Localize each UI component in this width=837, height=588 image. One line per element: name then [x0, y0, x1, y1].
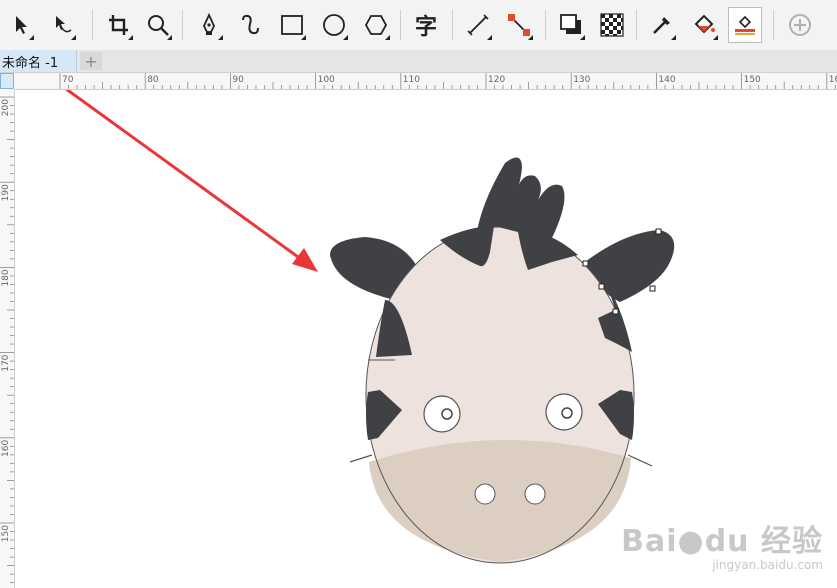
cow-right-eye: [545, 393, 583, 431]
drop-shadow-tool-button[interactable]: [555, 8, 587, 42]
ruler-label: 180: [1, 269, 11, 286]
flyout-indicator: [343, 35, 348, 40]
flyout-indicator: [29, 35, 34, 40]
watermark-logo: Bai●du 经验: [621, 524, 823, 559]
cow-left-nostril: [474, 483, 496, 505]
ruler-label: 100: [318, 75, 335, 85]
pick-tool-button[interactable]: [4, 8, 36, 42]
flyout-indicator: [528, 35, 533, 40]
cow-illustration: [330, 157, 675, 564]
pen-tool-button[interactable]: [193, 8, 225, 42]
dimension-tool-button[interactable]: [462, 8, 494, 42]
vertical-ruler-scale: 200 190 180 170 160 150: [0, 96, 14, 584]
cow-hair-tuft: [476, 157, 565, 238]
ruler-label: 120: [488, 75, 505, 85]
toolbar-divider: [773, 10, 774, 40]
text-tool-button[interactable]: 字: [410, 8, 442, 42]
ruler-label: 80: [147, 75, 159, 85]
toolbar-divider: [452, 10, 453, 40]
whisker-right: [627, 454, 653, 467]
ruler-label: 190: [1, 184, 11, 201]
horizontal-ruler-scale: 70 80 90 100 110 120 130 140 150 160: [59, 73, 837, 89]
flyout-indicator: [301, 35, 306, 40]
document-tab[interactable]: 未命名 -1: [0, 50, 77, 72]
vertical-ruler[interactable]: 200 190 180 170 160 150: [0, 89, 15, 588]
toolbar-divider: [636, 10, 637, 40]
ellipse-tool-button[interactable]: [318, 8, 350, 42]
shape-tool-button[interactable]: [46, 8, 78, 42]
transparency-tool-button[interactable]: [596, 8, 628, 42]
ruler-label: 150: [744, 75, 761, 85]
ruler-label: 150: [1, 525, 11, 542]
checkerboard-icon: [600, 13, 624, 37]
drawing-canvas[interactable]: Bai●du 经验 jingyan.baidu.com: [15, 90, 837, 588]
polygon-tool-button[interactable]: [360, 8, 392, 42]
flyout-indicator: [671, 35, 676, 40]
flyout-indicator: [218, 35, 223, 40]
flyout-indicator: [71, 35, 76, 40]
smart-fill-tool-button[interactable]: [728, 7, 762, 43]
flyout-indicator: [385, 35, 390, 40]
red-annotation-arrow: [64, 90, 318, 272]
text-icon: 字: [414, 15, 437, 40]
ruler-label: 90: [232, 75, 244, 85]
smart-fill-icon: [735, 15, 755, 35]
cow-muzzle: [369, 439, 631, 562]
toolbar: 字: [0, 0, 837, 51]
watermark-url: jingyan.baidu.com: [712, 558, 823, 572]
zoom-tool-button[interactable]: [142, 8, 174, 42]
ruler-label: 110: [403, 75, 420, 85]
document-tab-bar: 未命名 -1 +: [0, 50, 837, 73]
ruler-label: 160: [1, 440, 11, 457]
plus-icon: +: [84, 51, 98, 71]
ruler-label: 130: [573, 75, 590, 85]
new-document-tab-button[interactable]: +: [80, 51, 102, 71]
ruler-label: 200: [1, 99, 11, 116]
flyout-indicator: [128, 35, 133, 40]
ruler-label: 160: [829, 75, 837, 85]
flyout-indicator: [167, 35, 172, 40]
ruler-label: 140: [658, 75, 675, 85]
interactive-fill-tool-button[interactable]: [688, 8, 720, 42]
horizontal-ruler[interactable]: 70 80 90 100 110 120 130 140 150 160: [14, 73, 837, 90]
baidu-watermark: Bai●du 经验 jingyan.baidu.com: [621, 516, 823, 572]
connector-tool-button[interactable]: [503, 8, 535, 42]
add-tool-button[interactable]: [784, 8, 816, 42]
ruler-origin-corner[interactable]: [0, 73, 14, 89]
curve-tool-button[interactable]: [234, 8, 266, 42]
canvas-artwork: [64, 90, 675, 564]
cow-right-nostril: [524, 483, 546, 505]
toolbar-divider: [400, 10, 401, 40]
flyout-indicator: [713, 35, 718, 40]
whisker-left: [349, 454, 373, 463]
flyout-indicator: [487, 35, 492, 40]
eyedropper-tool-button[interactable]: [646, 8, 678, 42]
ruler-label: 70: [62, 75, 74, 85]
ruler-label: 170: [1, 354, 11, 371]
plus-circle-icon: [789, 14, 811, 36]
rectangle-tool-button[interactable]: [276, 8, 308, 42]
toolbar-divider: [545, 10, 546, 40]
crop-tool-button[interactable]: [103, 8, 135, 42]
toolbar-divider: [92, 10, 93, 40]
toolbar-divider: [182, 10, 183, 40]
flyout-indicator: [580, 35, 585, 40]
document-tab-label: 未命名 -1: [2, 55, 59, 71]
curve-icon: [242, 14, 259, 35]
